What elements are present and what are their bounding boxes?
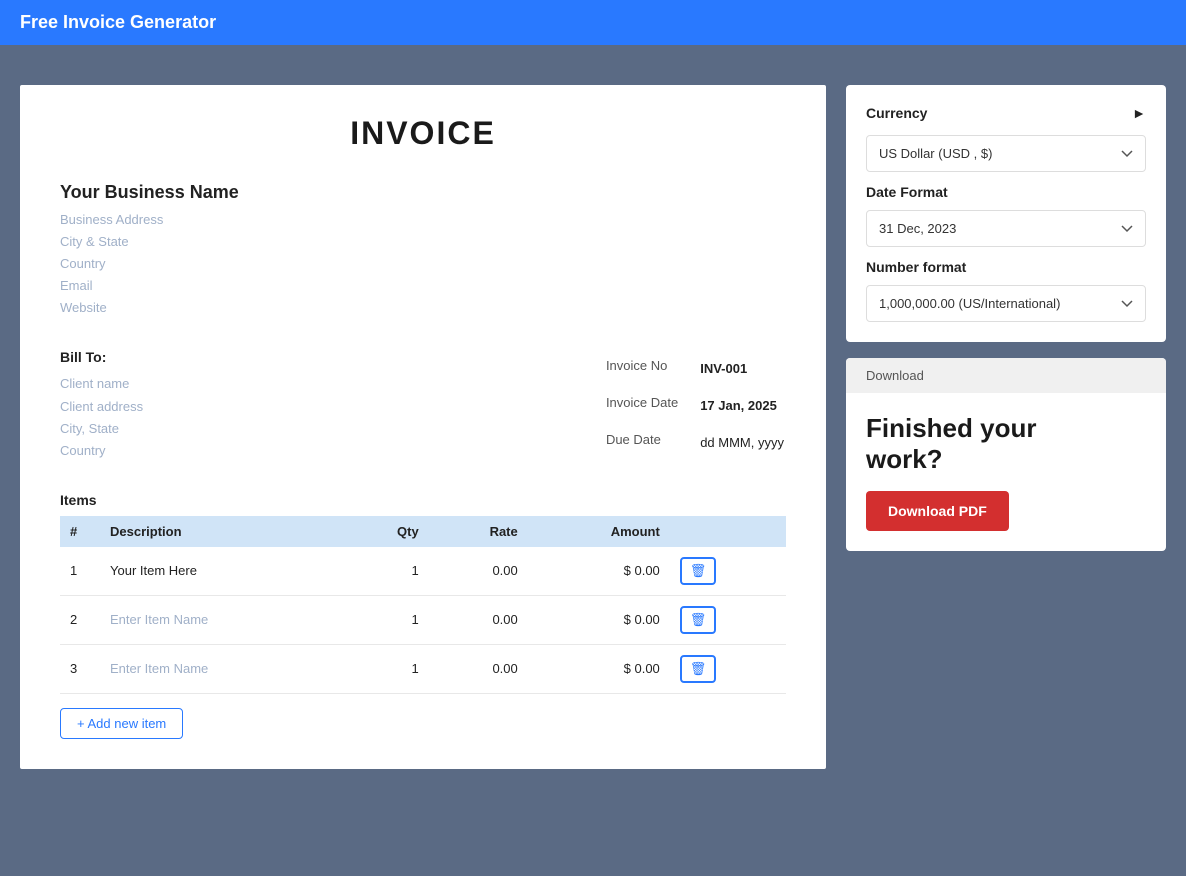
header-title: Free Invoice Generator (20, 12, 216, 32)
settings-card: Currency ► US Dollar (USD , $) Euro (EUR… (846, 85, 1166, 342)
items-table: # Description Qty Rate Amount 1Your Item… (60, 516, 786, 694)
delete-item-button[interactable]: 🗑 (680, 606, 717, 634)
invoice-meta-table: Invoice No INV-001 Invoice Date 17 Jan, … (604, 349, 786, 461)
due-date-label: Due Date (606, 425, 698, 460)
currency-label: Currency (866, 105, 927, 121)
col-num: # (60, 516, 100, 547)
table-row: 2Enter Item Name10.00$ 0.00 🗑 (60, 595, 786, 644)
download-heading: Finished your work? (866, 413, 1146, 475)
number-format-label: Number format (866, 259, 1146, 275)
download-heading-line1: Finished your (866, 413, 1036, 443)
download-card-header: Download (846, 358, 1166, 393)
items-table-header: # Description Qty Rate Amount (60, 516, 786, 547)
invoice-date-label: Invoice Date (606, 388, 698, 423)
item-amount: $ 0.00 (528, 644, 670, 693)
invoice-title: INVOICE (60, 115, 786, 152)
client-name-placeholder: Client name (60, 373, 423, 395)
business-website-placeholder: Website (60, 297, 786, 319)
table-row: 1Your Item Here10.00$ 0.00🗑 (60, 547, 786, 596)
delete-item-button[interactable]: 🗑 (680, 557, 717, 585)
business-country-placeholder: Country (60, 253, 786, 275)
table-row: 3Enter Item Name10.00$ 0.00 🗑 (60, 644, 786, 693)
item-num: 2 (60, 595, 100, 644)
bill-section: Bill To: Client name Client address City… (60, 349, 786, 461)
currency-select[interactable]: US Dollar (USD , $) Euro (EUR , €) Briti… (866, 135, 1146, 172)
business-city-state-placeholder: City & State (60, 231, 786, 253)
item-description: Your Item Here (100, 547, 343, 596)
add-item-button[interactable]: + Add new item (60, 708, 183, 739)
item-description: Enter Item Name (100, 595, 343, 644)
invoice-date-value: 17 Jan, 2025 (700, 388, 784, 423)
col-amount: Amount (528, 516, 670, 547)
items-label: Items (60, 492, 786, 508)
item-num: 1 (60, 547, 100, 596)
invoice-panel: INVOICE Your Business Name Business Addr… (20, 85, 826, 769)
delete-item-button[interactable]: 🗑 (680, 655, 717, 683)
download-pdf-button[interactable]: Download PDF (866, 491, 1009, 531)
client-city-state-placeholder: City, State (60, 418, 423, 440)
item-description: Enter Item Name (100, 644, 343, 693)
business-email-placeholder: Email (60, 275, 786, 297)
col-description: Description (100, 516, 343, 547)
item-amount: $ 0.00 (528, 595, 670, 644)
item-rate: 0.00 (429, 595, 528, 644)
main-content: INVOICE Your Business Name Business Addr… (0, 45, 1186, 789)
col-qty: Qty (343, 516, 429, 547)
client-info: Client name Client address City, State C… (60, 373, 423, 461)
item-qty: 1 (343, 595, 429, 644)
invoice-meta-section: Invoice No INV-001 Invoice Date 17 Jan, … (423, 349, 786, 461)
download-card-body: Finished your work? Download PDF (846, 393, 1166, 551)
item-qty: 1 (343, 547, 429, 596)
arrow-icon: ► (1132, 105, 1146, 121)
item-rate: 0.00 (429, 547, 528, 596)
invoice-no-value: INV-001 (700, 351, 784, 386)
due-date-value: dd MMM, yyyy (700, 425, 784, 460)
right-sidebar: Currency ► US Dollar (USD , $) Euro (EUR… (846, 85, 1166, 769)
bill-to-label: Bill To: (60, 349, 423, 365)
download-heading-line2: work? (866, 444, 943, 474)
item-qty: 1 (343, 644, 429, 693)
business-address-area: Business Address City & State Country Em… (60, 209, 786, 319)
invoice-no-label: Invoice No (606, 351, 698, 386)
number-format-select[interactable]: 1,000,000.00 (US/International) 1.000.00… (866, 285, 1146, 322)
currency-section-header: Currency ► (866, 105, 1146, 121)
date-format-select[interactable]: 31 Dec, 2023 12/31/2023 2023-12-31 (866, 210, 1146, 247)
item-amount: $ 0.00 (528, 547, 670, 596)
item-num: 3 (60, 644, 100, 693)
business-address-placeholder: Business Address (60, 209, 786, 231)
col-action (670, 516, 786, 547)
col-rate: Rate (429, 516, 528, 547)
business-name: Your Business Name (60, 182, 786, 203)
download-card: Download Finished your work? Download PD… (846, 358, 1166, 551)
header-bar: Free Invoice Generator (0, 0, 1186, 45)
date-format-label: Date Format (866, 184, 1146, 200)
bill-to-section: Bill To: Client name Client address City… (60, 349, 423, 461)
client-address-placeholder: Client address (60, 396, 423, 418)
item-rate: 0.00 (429, 644, 528, 693)
client-country-placeholder: Country (60, 440, 423, 462)
